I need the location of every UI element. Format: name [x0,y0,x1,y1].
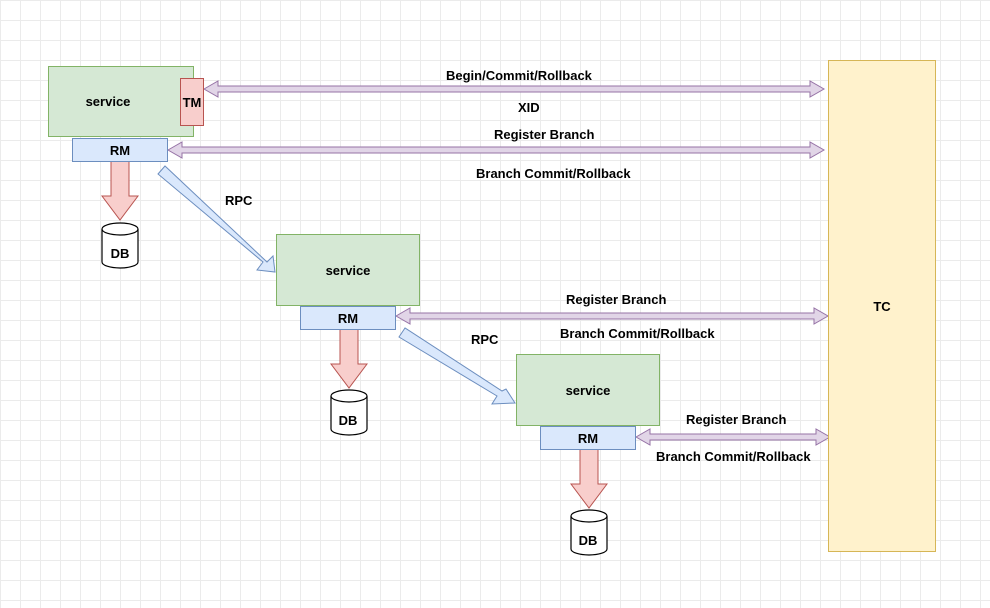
rm-3-label: RM [577,430,599,446]
begin-commit-rollback-label: Begin/Commit/Rollback [446,68,592,83]
db-arrow-1 [101,160,139,221]
register-branch-arrow-3 [634,428,832,446]
rm-2-label: RM [337,310,359,326]
rm-1-label: RM [109,142,131,158]
register-branch-arrow-1 [166,141,826,159]
register-branch-label-1: Register Branch [494,127,595,142]
service-2: service [276,234,420,306]
db-arrow-3 [570,448,608,509]
db-label-1: DB [111,246,130,261]
register-branch-label-2: Register Branch [566,292,667,307]
rpc-arrow-1 [157,165,276,273]
tm-box: TM [180,78,204,126]
rm-3: RM [540,426,636,450]
rm-1: RM [72,138,168,162]
db-label-2: DB [339,413,358,428]
db-label-3: DB [579,533,598,548]
db-cylinder-1: DB [101,222,139,269]
service-1: service [48,66,194,137]
branch-commit-rollback-label-2: Branch Commit/Rollback [560,326,715,341]
tc-label: TC [873,298,891,314]
xid-label: XID [518,100,540,115]
db-cylinder-2: DB [330,389,368,436]
service-1-label: service [85,94,131,109]
tc-box: TC [828,60,936,552]
register-branch-arrow-2 [394,307,830,325]
branch-commit-rollback-label-3: Branch Commit/Rollback [656,449,811,464]
rpc-label-2: RPC [471,332,499,347]
rm-2: RM [300,306,396,330]
tm-label: TM [182,94,202,110]
service-3-label: service [565,382,611,398]
service-2-label: service [325,262,371,278]
rpc-label-1: RPC [225,193,253,208]
service-3: service [516,354,660,426]
branch-commit-rollback-label-1: Branch Commit/Rollback [476,166,631,181]
begin-commit-arrow [202,80,826,98]
db-arrow-2 [330,328,368,389]
register-branch-label-3: Register Branch [686,412,787,427]
db-cylinder-3: DB [570,509,608,556]
